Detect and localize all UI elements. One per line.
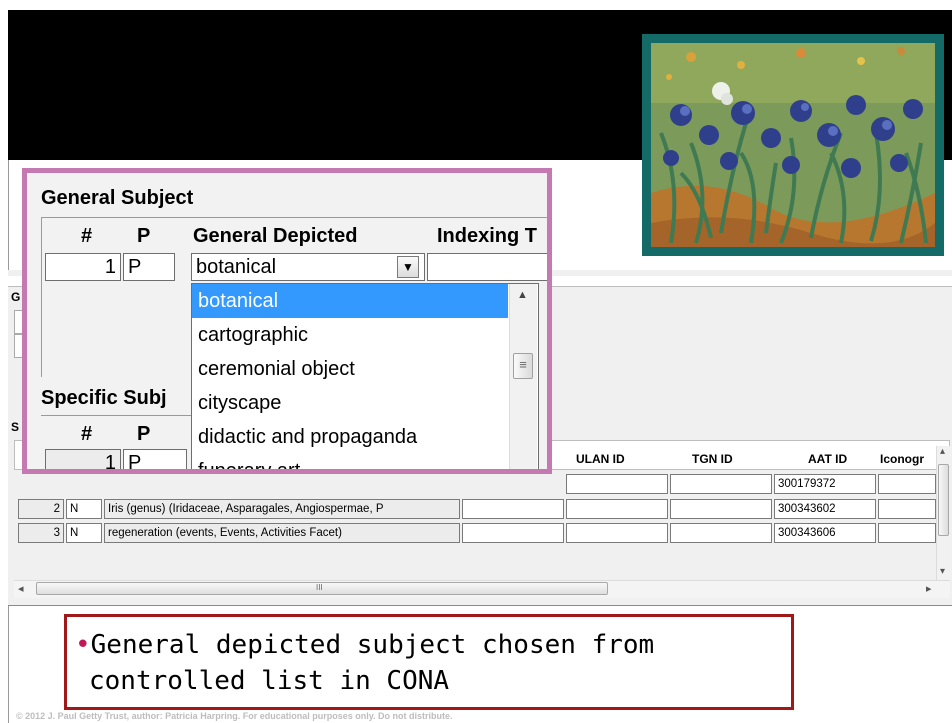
dropdown-option-cityscape[interactable]: cityscape [192,386,508,420]
scroll-up-icon[interactable]: ▴ [940,446,945,457]
dropdown-option-ceremonial-object[interactable]: ceremonial object [192,352,508,386]
divider [41,415,211,416]
ulan-id-field[interactable] [566,523,668,543]
specific-subject-title: Specific Subj [41,387,167,409]
caption-box: •General depicted subject chosen from co… [64,614,794,710]
dropdown-option-funerary-art[interactable]: funerary art [192,454,508,469]
dropdown-scroll-thumb[interactable]: ≡ [513,353,533,379]
iconography-field[interactable] [878,499,936,519]
preferred-flag-field[interactable]: P [123,449,187,469]
subject-term-field: regeneration (events, Events, Activities… [104,523,460,543]
iconography-field[interactable] [878,523,936,543]
dropdown-arrow-icon[interactable]: ▼ [397,256,419,278]
section-letter-general: G [11,290,21,304]
caption-text: General depicted subject chosen from [90,630,655,660]
iconography-field[interactable] [878,474,936,494]
row-number: 2 [18,499,64,519]
column-header-iconography: Iconogr [880,452,924,466]
column-header-aat-id: AAT ID [808,452,848,466]
row-number: 1 [45,253,121,281]
preferred-flag-field[interactable]: N [66,523,102,543]
caption-line-2: controlled list in CONA [89,666,450,696]
copyright-notice: © 2012 J. Paul Getty Trust, author: Patr… [16,711,453,721]
row-number: 1 [45,449,121,469]
column-header-indexing: Indexing T [437,225,537,247]
column-header-number: # [81,423,93,445]
scroll-grip-icon: III [316,583,323,592]
column-header-general-depicted: General Depicted [193,225,358,247]
column-header-ulan-id: ULAN ID [576,452,625,466]
ulan-id-field[interactable] [566,474,668,494]
divider [41,217,547,218]
scroll-up-icon[interactable]: ▲ [517,289,528,301]
tgn-id-field[interactable] [670,474,772,494]
general-depicted-select[interactable]: botanical [191,253,425,281]
scroll-down-icon[interactable]: ▾ [940,566,945,577]
irises-painting-image [651,43,935,247]
subject-term-field: Iris (genus) (Iridaceae, Asparagales, An… [104,499,460,519]
divider [8,605,952,606]
general-depicted-dropdown-list[interactable]: botanical cartographic ceremonial object… [191,283,539,469]
bullet-icon: • [75,630,91,660]
dropdown-option-botanical[interactable]: botanical [192,284,508,318]
column-header-number: # [81,225,93,247]
caption-line-1: •General depicted subject chosen from [75,627,654,663]
scroll-left-icon[interactable]: ◂ [18,582,24,595]
column-header-tgn-id: TGN ID [692,452,733,466]
preferred-flag-field[interactable]: N [66,499,102,519]
aat-id-field[interactable]: 300343606 [774,523,876,543]
tgn-id-field[interactable] [670,499,772,519]
indexing-field[interactable] [462,523,564,543]
dropdown-option-cartographic[interactable]: cartographic [192,318,508,352]
divider [41,217,42,377]
indexing-field[interactable] [427,253,547,281]
column-header-preferred: P [137,225,151,247]
scroll-right-icon[interactable]: ▸ [926,582,932,595]
preferred-flag-field[interactable]: P [123,253,175,281]
aat-id-field[interactable]: 300343602 [774,499,876,519]
tgn-id-field[interactable] [670,523,772,543]
ulan-id-field[interactable] [566,499,668,519]
section-letter-specific: S [11,420,20,434]
dropdown-option-didactic-and-propaganda[interactable]: didactic and propaganda [192,420,508,454]
general-depicted-selected-value: botanical [196,256,277,278]
dropdown-scrollbar[interactable] [509,284,537,469]
general-subject-title: General Subject [41,187,194,209]
column-header-preferred: P [137,423,151,445]
row-number: 3 [18,523,64,543]
aat-id-field[interactable]: 300179372 [774,474,876,494]
indexing-field[interactable] [462,499,564,519]
zoomed-general-subject-callout: General Subject # P General Depicted Ind… [22,168,552,474]
vertical-scroll-thumb[interactable] [938,464,949,536]
